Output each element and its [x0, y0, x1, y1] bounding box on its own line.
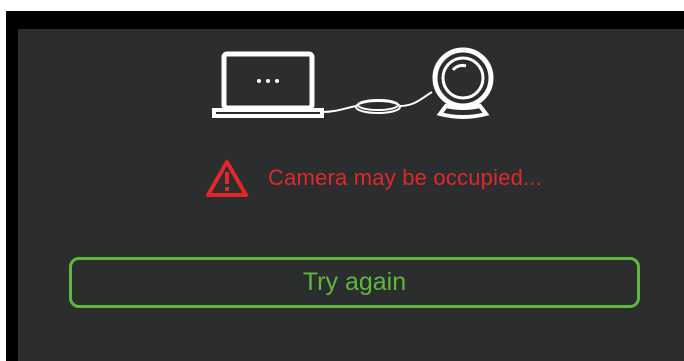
- try-again-button[interactable]: Try again: [69, 257, 640, 308]
- error-message: Camera may be occupied...: [268, 165, 543, 190]
- screenshot-frame: Camera may be occupied... Try again: [0, 0, 684, 361]
- warning-icon: [206, 160, 248, 197]
- cable-icon: [321, 91, 433, 114]
- camera-illustration: [212, 47, 494, 119]
- error-message-row: Camera may be occupied...: [205, 155, 542, 201]
- webcam-icon: [432, 47, 494, 119]
- laptop-icon: [212, 51, 324, 118]
